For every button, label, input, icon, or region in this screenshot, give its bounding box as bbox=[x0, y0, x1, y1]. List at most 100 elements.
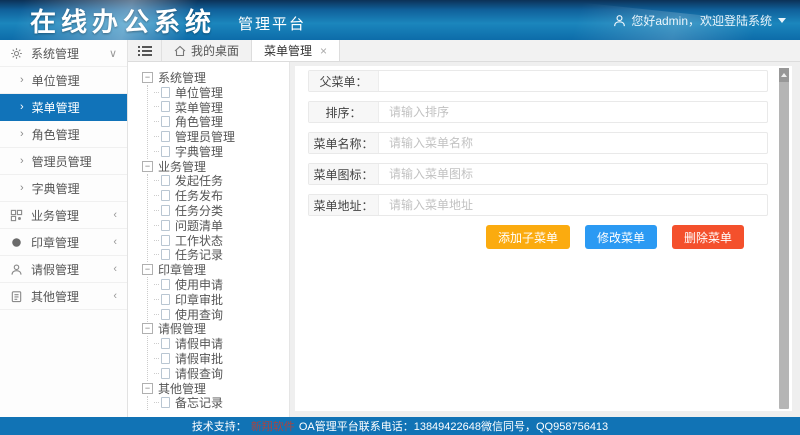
form-actions: 添加子菜单 修改菜单 删除菜单 bbox=[308, 225, 792, 249]
chevron-left-icon: ‹ bbox=[113, 209, 117, 221]
file-icon bbox=[161, 101, 170, 112]
file-icon bbox=[161, 190, 170, 201]
sidebar-item-leave-mgmt[interactable]: 请假管理 ‹ bbox=[0, 256, 127, 283]
sidebar-nav: 系统管理 ∨ › 单位管理 › 菜单管理 › 角色管理 › 管理员管理 › 字典… bbox=[0, 40, 128, 417]
file-icon bbox=[161, 338, 170, 349]
sidebar-item-label: 请假管理 bbox=[31, 261, 113, 278]
tree-item[interactable]: 任务记录 bbox=[154, 248, 289, 263]
sidebar-item-label: 角色管理 bbox=[32, 126, 117, 143]
menu-url-field: 菜单地址： bbox=[308, 194, 768, 216]
chevron-down-icon bbox=[778, 18, 786, 23]
sidebar-item-dict-mgmt[interactable]: › 字典管理 bbox=[0, 175, 127, 202]
tree-item[interactable]: 字典管理 bbox=[154, 144, 289, 159]
sidebar-item-other-mgmt[interactable]: 其他管理 ‹ bbox=[0, 283, 127, 310]
user-greeting: 您好admin，欢迎登陆系统 bbox=[631, 12, 772, 29]
chevron-down-icon: ∨ bbox=[109, 47, 117, 60]
parent-menu-input[interactable] bbox=[379, 71, 767, 91]
add-submenu-button[interactable]: 添加子菜单 bbox=[486, 225, 570, 249]
field-label: 排序： bbox=[309, 102, 379, 122]
tree-collapse-icon[interactable]: − bbox=[142, 323, 153, 334]
tree-item[interactable]: 请假申请 bbox=[154, 336, 289, 351]
arrow-right-icon: › bbox=[20, 182, 24, 194]
sidebar-item-admin-mgmt[interactable]: › 管理员管理 bbox=[0, 148, 127, 175]
file-icon bbox=[161, 87, 170, 98]
tree-group-system-mgmt[interactable]: − 系统管理 bbox=[142, 70, 289, 85]
tree-collapse-icon[interactable]: − bbox=[142, 264, 153, 275]
scroll-up-icon[interactable] bbox=[779, 68, 789, 82]
user-menu[interactable]: 您好admin，欢迎登陆系统 bbox=[613, 0, 786, 40]
sidebar-item-label: 字典管理 bbox=[32, 180, 117, 197]
support-label: 技术支持： bbox=[192, 418, 247, 434]
sidebar-item-label: 印章管理 bbox=[31, 234, 113, 251]
tab-label: 我的桌面 bbox=[191, 42, 239, 59]
file-icon bbox=[161, 235, 170, 246]
tree-item[interactable]: 工作状态 bbox=[154, 233, 289, 248]
sidebar-item-role-mgmt[interactable]: › 角色管理 bbox=[0, 121, 127, 148]
delete-menu-button[interactable]: 删除菜单 bbox=[672, 225, 744, 249]
tree-collapse-icon[interactable]: − bbox=[142, 383, 153, 394]
clipboard-icon bbox=[10, 290, 23, 303]
chevron-left-icon: ‹ bbox=[113, 263, 117, 275]
tab-menu-mgmt[interactable]: 菜单管理 bbox=[251, 40, 340, 61]
menu-icon-input[interactable] bbox=[379, 164, 767, 184]
tree-children: 使用申请 印章审批 使用查询 bbox=[147, 277, 289, 321]
file-icon bbox=[161, 116, 170, 127]
grid-icon bbox=[10, 209, 23, 222]
tree-item[interactable]: 请假审批 bbox=[154, 351, 289, 366]
tree-children: 请假申请 请假审批 请假查询 bbox=[147, 336, 289, 380]
vendor-name: 新翔软件 bbox=[251, 418, 295, 434]
tab-bar: 我的桌面 菜单管理 bbox=[128, 40, 800, 62]
field-label: 父菜单： bbox=[309, 71, 379, 91]
menu-tree-panel: − 系统管理 单位管理 菜单管理 角色管理 管理员管理 字典管理 − 业务管理 … bbox=[128, 62, 290, 417]
arrow-right-icon: › bbox=[20, 101, 24, 113]
menu-url-input[interactable] bbox=[379, 195, 767, 215]
tree-group-business-mgmt[interactable]: − 业务管理 bbox=[142, 159, 289, 174]
sidebar-item-label: 系统管理 bbox=[31, 45, 109, 62]
menu-name-input[interactable] bbox=[379, 133, 767, 153]
tree-item[interactable]: 任务分类 bbox=[154, 203, 289, 218]
tree-item[interactable]: 管理员管理 bbox=[154, 129, 289, 144]
tree-item[interactable]: 发起任务 bbox=[154, 174, 289, 189]
tree-item[interactable]: 使用查询 bbox=[154, 307, 289, 322]
person-icon bbox=[10, 263, 23, 276]
tree-collapse-icon[interactable]: − bbox=[142, 161, 153, 172]
tree-item[interactable]: 请假查询 bbox=[154, 366, 289, 381]
sidebar-item-business-mgmt[interactable]: 业务管理 ‹ bbox=[0, 202, 127, 229]
tab-my-desktop[interactable]: 我的桌面 bbox=[162, 40, 251, 61]
sidebar-item-label: 菜单管理 bbox=[32, 99, 117, 116]
tree-item[interactable]: 角色管理 bbox=[154, 114, 289, 129]
sidebar-item-seal-mgmt[interactable]: 印章管理 ‹ bbox=[0, 229, 127, 256]
sort-input[interactable] bbox=[379, 102, 767, 122]
file-icon bbox=[161, 220, 170, 231]
file-icon bbox=[161, 353, 170, 364]
tree-item[interactable]: 单位管理 bbox=[154, 85, 289, 100]
edit-menu-button[interactable]: 修改菜单 bbox=[585, 225, 657, 249]
tree-item[interactable]: 任务发布 bbox=[154, 188, 289, 203]
sidebar-item-menu-mgmt[interactable]: › 菜单管理 bbox=[0, 94, 127, 121]
tree-children: 备忘记录 bbox=[147, 396, 289, 411]
sidebar-collapse-button[interactable] bbox=[128, 40, 162, 61]
close-icon[interactable] bbox=[320, 45, 327, 57]
tree-group-leave-mgmt[interactable]: − 请假管理 bbox=[142, 322, 289, 337]
tree-group-seal-mgmt[interactable]: − 印章管理 bbox=[142, 262, 289, 277]
tree-item[interactable]: 印章审批 bbox=[154, 292, 289, 307]
parent-menu-field: 父菜单： bbox=[308, 70, 768, 92]
menu-edit-form: 父菜单： 排序： 菜单名称： 菜单图标： 菜单地址： 添加子菜单 修改菜单 删除… bbox=[295, 66, 792, 411]
sidebar-item-label: 管理员管理 bbox=[32, 153, 117, 170]
tree-item[interactable]: 问题清单 bbox=[154, 218, 289, 233]
tree-item[interactable]: 菜单管理 bbox=[154, 100, 289, 115]
chevron-left-icon: ‹ bbox=[113, 236, 117, 248]
tree-collapse-icon[interactable]: − bbox=[142, 72, 153, 83]
tree-group-other-mgmt[interactable]: − 其他管理 bbox=[142, 381, 289, 396]
file-icon bbox=[161, 397, 170, 408]
tree-item[interactable]: 备忘记录 bbox=[154, 396, 289, 411]
sidebar-item-system-mgmt[interactable]: 系统管理 ∨ bbox=[0, 40, 127, 67]
home-icon bbox=[174, 45, 186, 57]
field-label: 菜单地址： bbox=[309, 195, 379, 215]
sidebar-item-unit-mgmt[interactable]: › 单位管理 bbox=[0, 67, 127, 94]
tree-item[interactable]: 使用申请 bbox=[154, 277, 289, 292]
file-icon bbox=[161, 205, 170, 216]
sidebar-item-label: 其他管理 bbox=[31, 288, 113, 305]
contact-info: OA管理平台联系电话：13849422648微信同号，QQ958756413 bbox=[299, 418, 608, 434]
vertical-scrollbar[interactable] bbox=[779, 68, 789, 409]
